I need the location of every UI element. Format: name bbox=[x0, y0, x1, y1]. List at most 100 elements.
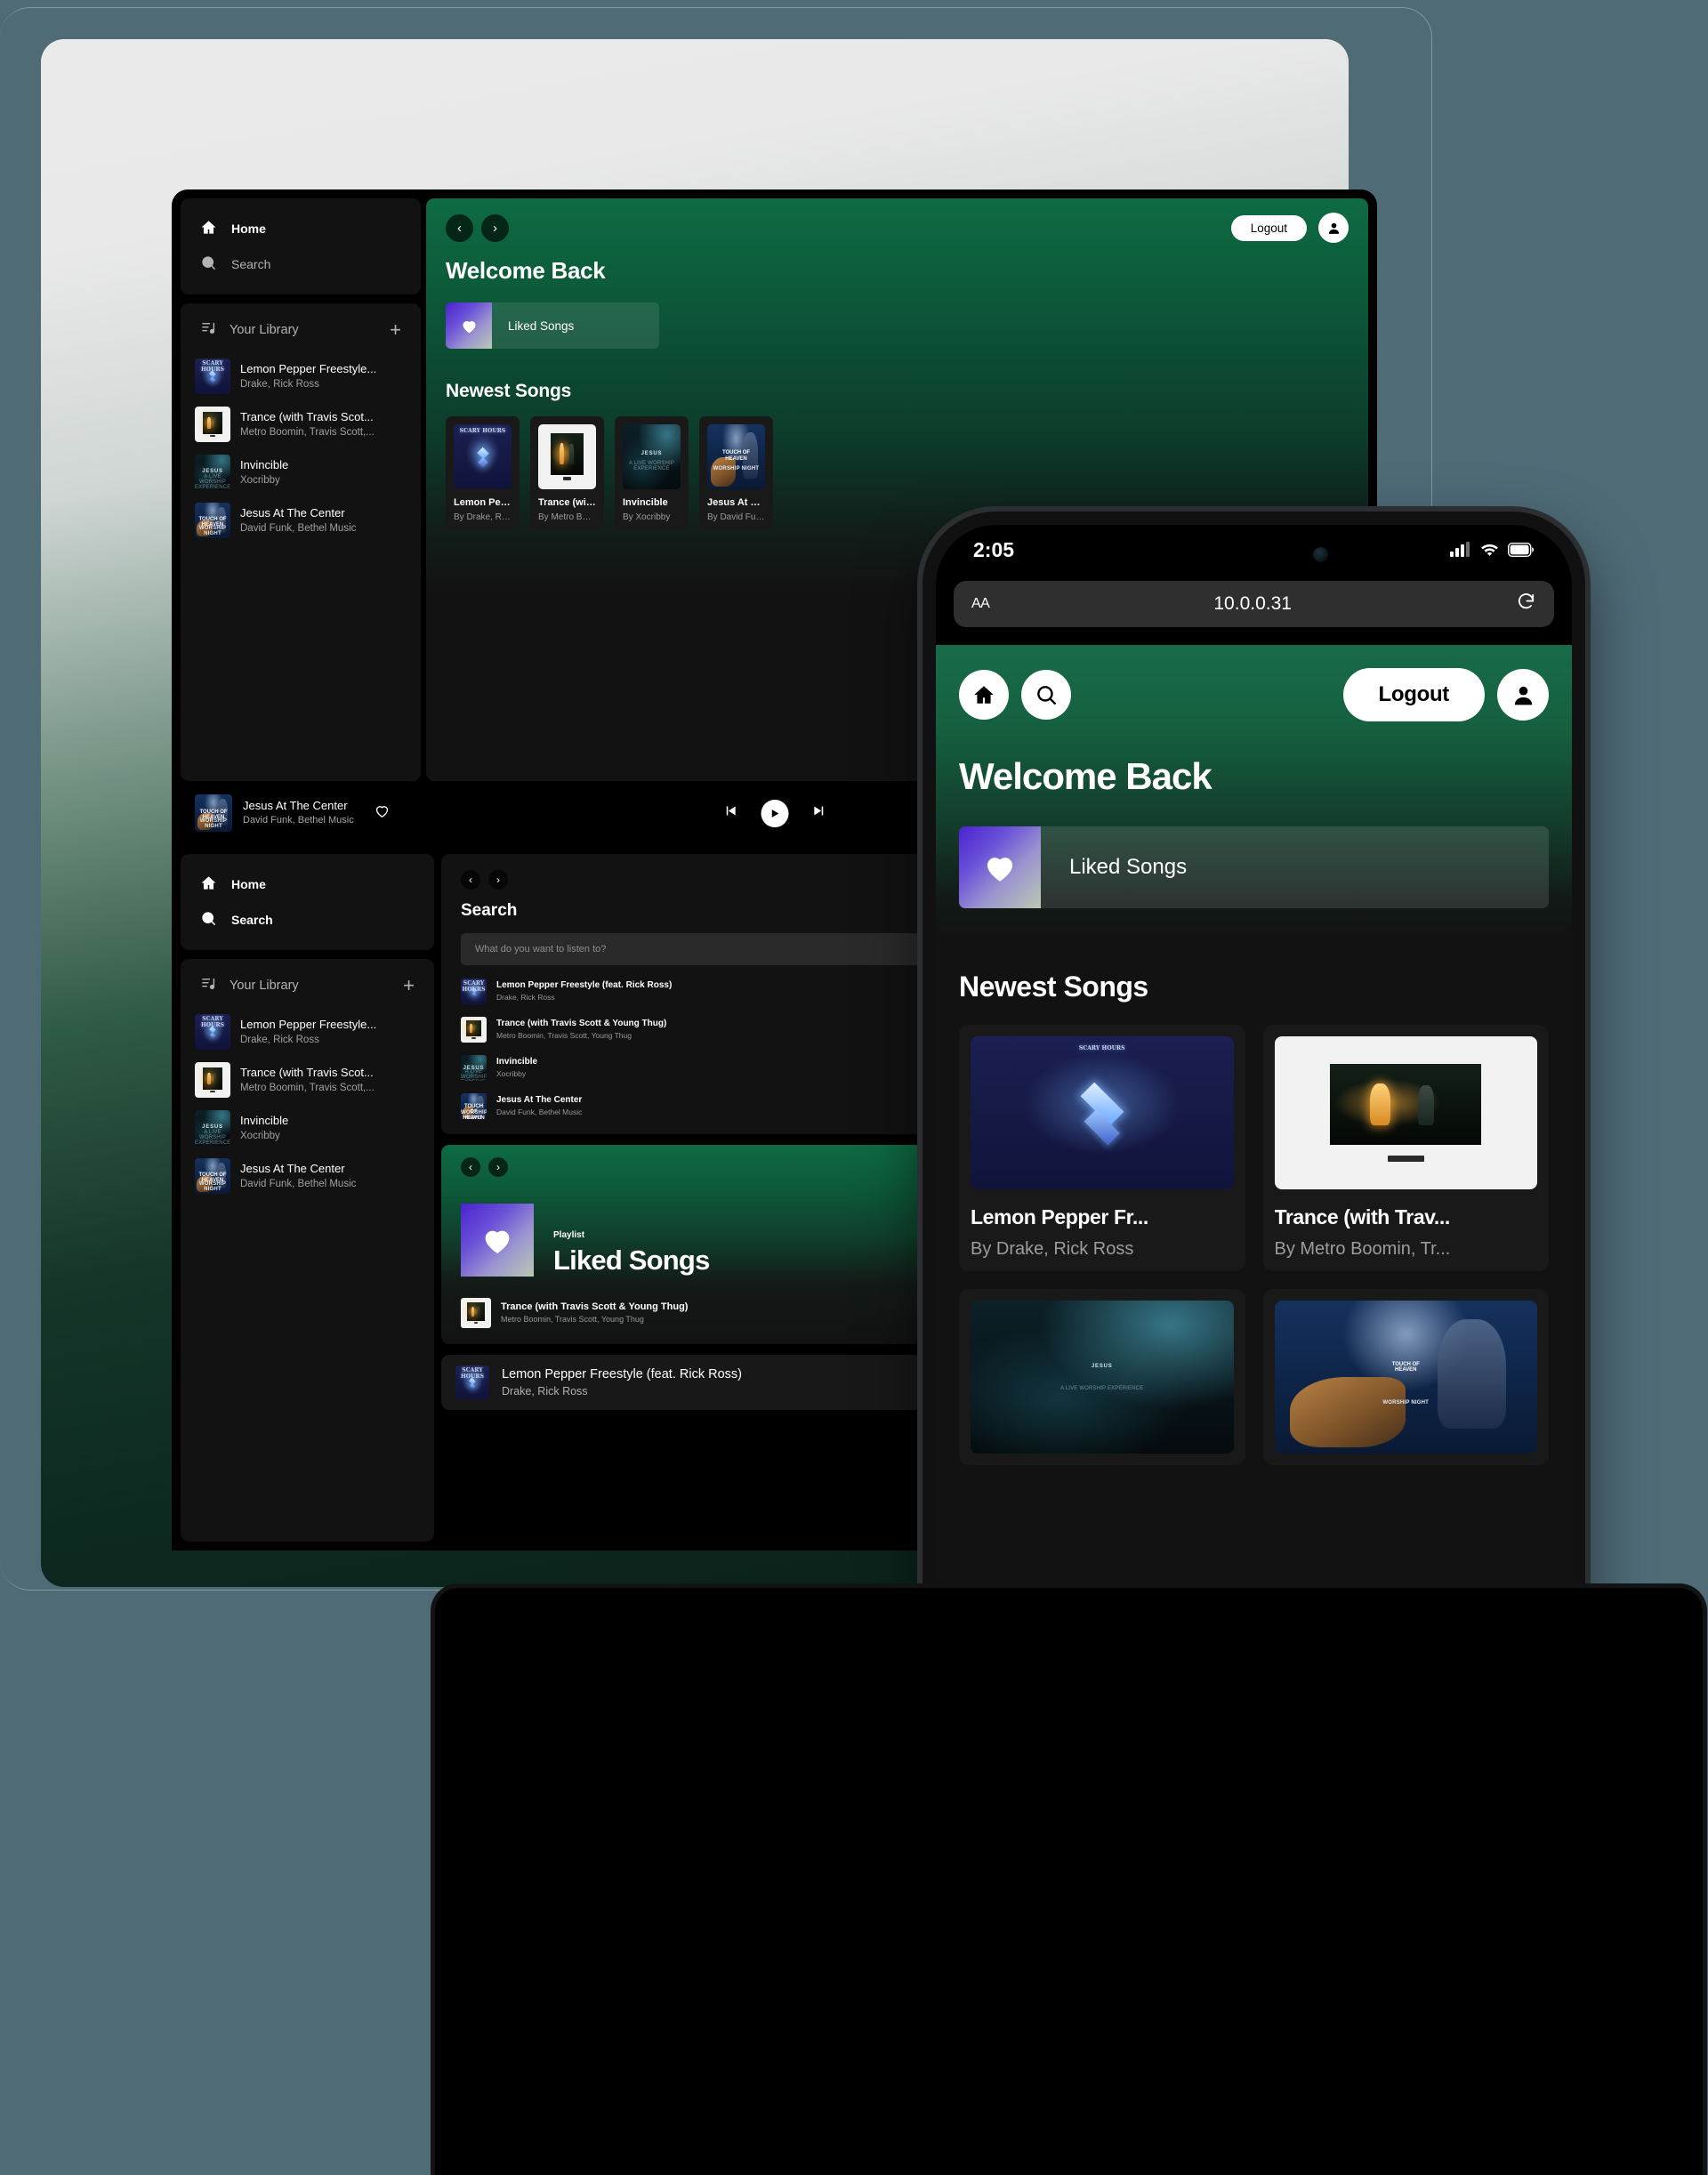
album-art: SCARY HOURS bbox=[195, 358, 230, 394]
list-item[interactable]: SCARY HOURS Lemon Pepper Freestyle... Drak… bbox=[184, 352, 417, 400]
playlist-track-artist: Metro Boomin, Travis Scott, Young Thug bbox=[501, 1315, 644, 1325]
logout-button[interactable]: Logout bbox=[1230, 214, 1307, 241]
back-button-3[interactable]: ‹ bbox=[461, 1157, 480, 1177]
list-item-text: Lemon Pepper Freestyle... Drake, Rick Ros… bbox=[240, 361, 376, 391]
album-art: JESUSA LIVE WORSHIP EXPERIENCE bbox=[461, 1055, 487, 1081]
battery-icon bbox=[1507, 538, 1535, 562]
phone-liked-label: Liked Songs bbox=[1069, 855, 1188, 879]
chevron-left-icon: ‹ bbox=[457, 220, 462, 236]
back-button[interactable]: ‹ bbox=[446, 213, 473, 242]
list-item[interactable]: Trance (with Travis Scot... Metro Boomin,… bbox=[184, 400, 417, 448]
sidebar-item-search[interactable]: Search bbox=[184, 246, 417, 282]
heart-outline-icon[interactable] bbox=[374, 802, 391, 824]
forward-button[interactable]: › bbox=[481, 213, 509, 242]
song-card[interactable]: JESUS A LIVE WORSHIP EXPERIENCE bbox=[959, 1289, 1245, 1465]
signal-bars-icon bbox=[1450, 538, 1471, 562]
url-text[interactable]: 10.0.0.31 bbox=[989, 593, 1516, 615]
phone-home-button[interactable] bbox=[959, 670, 1009, 720]
list-item[interactable]: JESUS A LIVE WORSHIP EXPERIENCE Invincible… bbox=[184, 448, 417, 496]
forward-button-2[interactable]: › bbox=[488, 870, 508, 890]
list-item[interactable]: TOUCH OF HEAVEN WORSHIP NIGHT Jesus At The … bbox=[184, 1152, 431, 1200]
song-card[interactable]: TOUCH OF HEAVEN WORSHIP NIGHT bbox=[1262, 1289, 1549, 1465]
phone-liked-songs-card[interactable]: Liked Songs bbox=[959, 826, 1549, 908]
chevron-right-icon: › bbox=[496, 874, 500, 886]
sidebar-item-home-2[interactable]: Home bbox=[184, 866, 431, 902]
playlist-cover bbox=[461, 1204, 534, 1277]
song-card-title: Lemon Pepper Fr... bbox=[971, 1205, 1148, 1228]
sidebar-library-panel: Your Library + SCARY HOURS Lemon Pepper F… bbox=[181, 303, 421, 781]
song-card[interactable]: TOUCH OFHEAVENWORSHIP NIGHT Jesus At The … bbox=[699, 416, 773, 530]
playlist-track-text: Trance (with Travis Scott & Young Thug) M… bbox=[501, 1301, 688, 1325]
search-result-artist: Xocribby bbox=[496, 1069, 527, 1079]
search-result-artist: Metro Boomin, Travis Scott, Young Thug bbox=[496, 1031, 632, 1041]
search-result-text: Lemon Pepper Freestyle (feat. Rick Ross)… bbox=[496, 979, 672, 1003]
album-art: JESUSA LIVE WORSHIP EXPERIENCE bbox=[195, 1110, 230, 1146]
song-card-title: Invincible bbox=[623, 497, 668, 508]
desktop-sidebar-secondary: Home Search Your Library + SCARY HOURS Le… bbox=[181, 854, 434, 1542]
status-indicators bbox=[1450, 538, 1535, 562]
song-card[interactable]: Trance (with Trav... By Metro Boomin, Tr.… bbox=[1262, 1025, 1549, 1271]
search-result-text: Jesus At The Center David Funk, Bethel Mu… bbox=[496, 1094, 582, 1117]
search-icon bbox=[200, 254, 217, 274]
album-art bbox=[538, 424, 596, 489]
phone-hero: Logout Welcome Back Liked Songs bbox=[936, 645, 1572, 940]
song-card[interactable]: SCARY HOURS Lemon Peppe... By Drake, Rick … bbox=[446, 416, 520, 530]
library-icon bbox=[200, 975, 217, 995]
list-item-artist: David Funk, Bethel Music bbox=[240, 1178, 357, 1189]
search-result-artist: Drake, Rick Ross bbox=[496, 993, 555, 1003]
phone-avatar[interactable] bbox=[1497, 669, 1549, 721]
list-item-text: Jesus At The Center David Funk, Bethel Mu… bbox=[240, 1161, 356, 1191]
list-item[interactable]: Trance (with Travis Scot... Metro Boomin,… bbox=[184, 1056, 431, 1104]
list-item[interactable]: JESUS A LIVE WORSHIP EXPERIENCE Invincible… bbox=[184, 1104, 431, 1152]
play-button[interactable] bbox=[761, 799, 788, 827]
desktop-sidebar: Home Search Your Library + SCARY HOURS Le… bbox=[181, 198, 421, 781]
playlist-title-block: Playlist Liked Songs bbox=[553, 1230, 710, 1277]
heart-icon bbox=[987, 858, 1013, 882]
sidebar-item-home[interactable]: Home bbox=[184, 211, 417, 246]
browser-url-bar[interactable]: AA 10.0.0.31 bbox=[954, 581, 1554, 627]
album-art: TOUCH OF HEAVEN WORSHIP NIGHT bbox=[461, 1093, 487, 1119]
album-art: TOUCH OF HEAVEN WORSHIP NIGHT bbox=[195, 503, 230, 538]
song-card[interactable]: Trance (with ... By Metro Boomi... bbox=[530, 416, 604, 530]
song-card-artist: By Metro Boomin, Tr... bbox=[1274, 1239, 1451, 1259]
sidebar-library-panel-2: Your Library + SCARY HOURS Lemon Pepper F… bbox=[181, 959, 434, 1542]
album-art bbox=[461, 1298, 491, 1328]
album-art: TOUCH OF HEAVEN WORSHIP NIGHT bbox=[707, 424, 765, 489]
song-card-title: Lemon Peppe... bbox=[454, 497, 512, 508]
home-icon bbox=[200, 219, 217, 238]
back-button-2[interactable]: ‹ bbox=[461, 870, 480, 890]
list-item-artist: Drake, Rick Ross bbox=[240, 1034, 319, 1045]
song-card-artist: By Drake, Rick R... bbox=[454, 512, 512, 522]
topbar-actions: Logout bbox=[1230, 213, 1349, 243]
list-item-title: Jesus At The Center bbox=[240, 1162, 345, 1176]
song-card-artist: By David Funk, ... bbox=[707, 512, 765, 522]
phone-search-button[interactable] bbox=[1021, 670, 1071, 720]
wifi-icon bbox=[1479, 538, 1500, 562]
album-art: SCARY HOURS bbox=[461, 979, 487, 1004]
add-playlist-button-2[interactable]: + bbox=[403, 975, 415, 995]
avatar[interactable] bbox=[1318, 213, 1349, 243]
skip-previous-icon[interactable] bbox=[722, 803, 737, 823]
list-item-title: Jesus At The Center bbox=[240, 506, 345, 520]
list-item-title: Lemon Pepper Freestyle... bbox=[240, 1018, 377, 1032]
sidebar-item-search-2[interactable]: Search bbox=[184, 902, 431, 938]
reload-icon[interactable] bbox=[1516, 592, 1536, 616]
forward-button-3[interactable]: › bbox=[488, 1157, 508, 1177]
album-art bbox=[195, 1062, 230, 1098]
now-playing-text: Jesus At The Center David Funk, Bethel M… bbox=[243, 798, 354, 828]
add-playlist-button[interactable]: + bbox=[390, 319, 401, 340]
song-card-art: SCARY HOURS bbox=[455, 1365, 489, 1400]
song-card[interactable]: SCARY HOURS Lemon Pepper Fr... By Drake, R… bbox=[959, 1025, 1245, 1271]
list-item[interactable]: SCARY HOURS Lemon Pepper Freestyle... Drak… bbox=[184, 1008, 431, 1056]
list-item[interactable]: TOUCH OF HEAVEN WORSHIP NIGHT Jesus At The … bbox=[184, 496, 417, 544]
phone-logout-button[interactable]: Logout bbox=[1342, 668, 1485, 721]
text-size-button[interactable]: AA bbox=[971, 596, 990, 612]
song-card[interactable]: JESUS A LIVE WORSHIP EXPERIENCE Invincible… bbox=[615, 416, 689, 530]
search-result-title: Lemon Pepper Freestyle (feat. Rick Ross) bbox=[496, 980, 673, 991]
song-card-artist: By Metro Boomi... bbox=[538, 512, 596, 522]
now-playing-art: TOUCH OF HEAVEN WORSHIP NIGHT bbox=[195, 794, 232, 832]
list-item-artist: Metro Boomin, Travis Scott,... bbox=[240, 1082, 375, 1093]
liked-songs-card[interactable]: Liked Songs bbox=[446, 302, 659, 349]
song-card-title: Trance (with ... bbox=[538, 497, 596, 508]
skip-next-icon[interactable] bbox=[811, 803, 826, 823]
